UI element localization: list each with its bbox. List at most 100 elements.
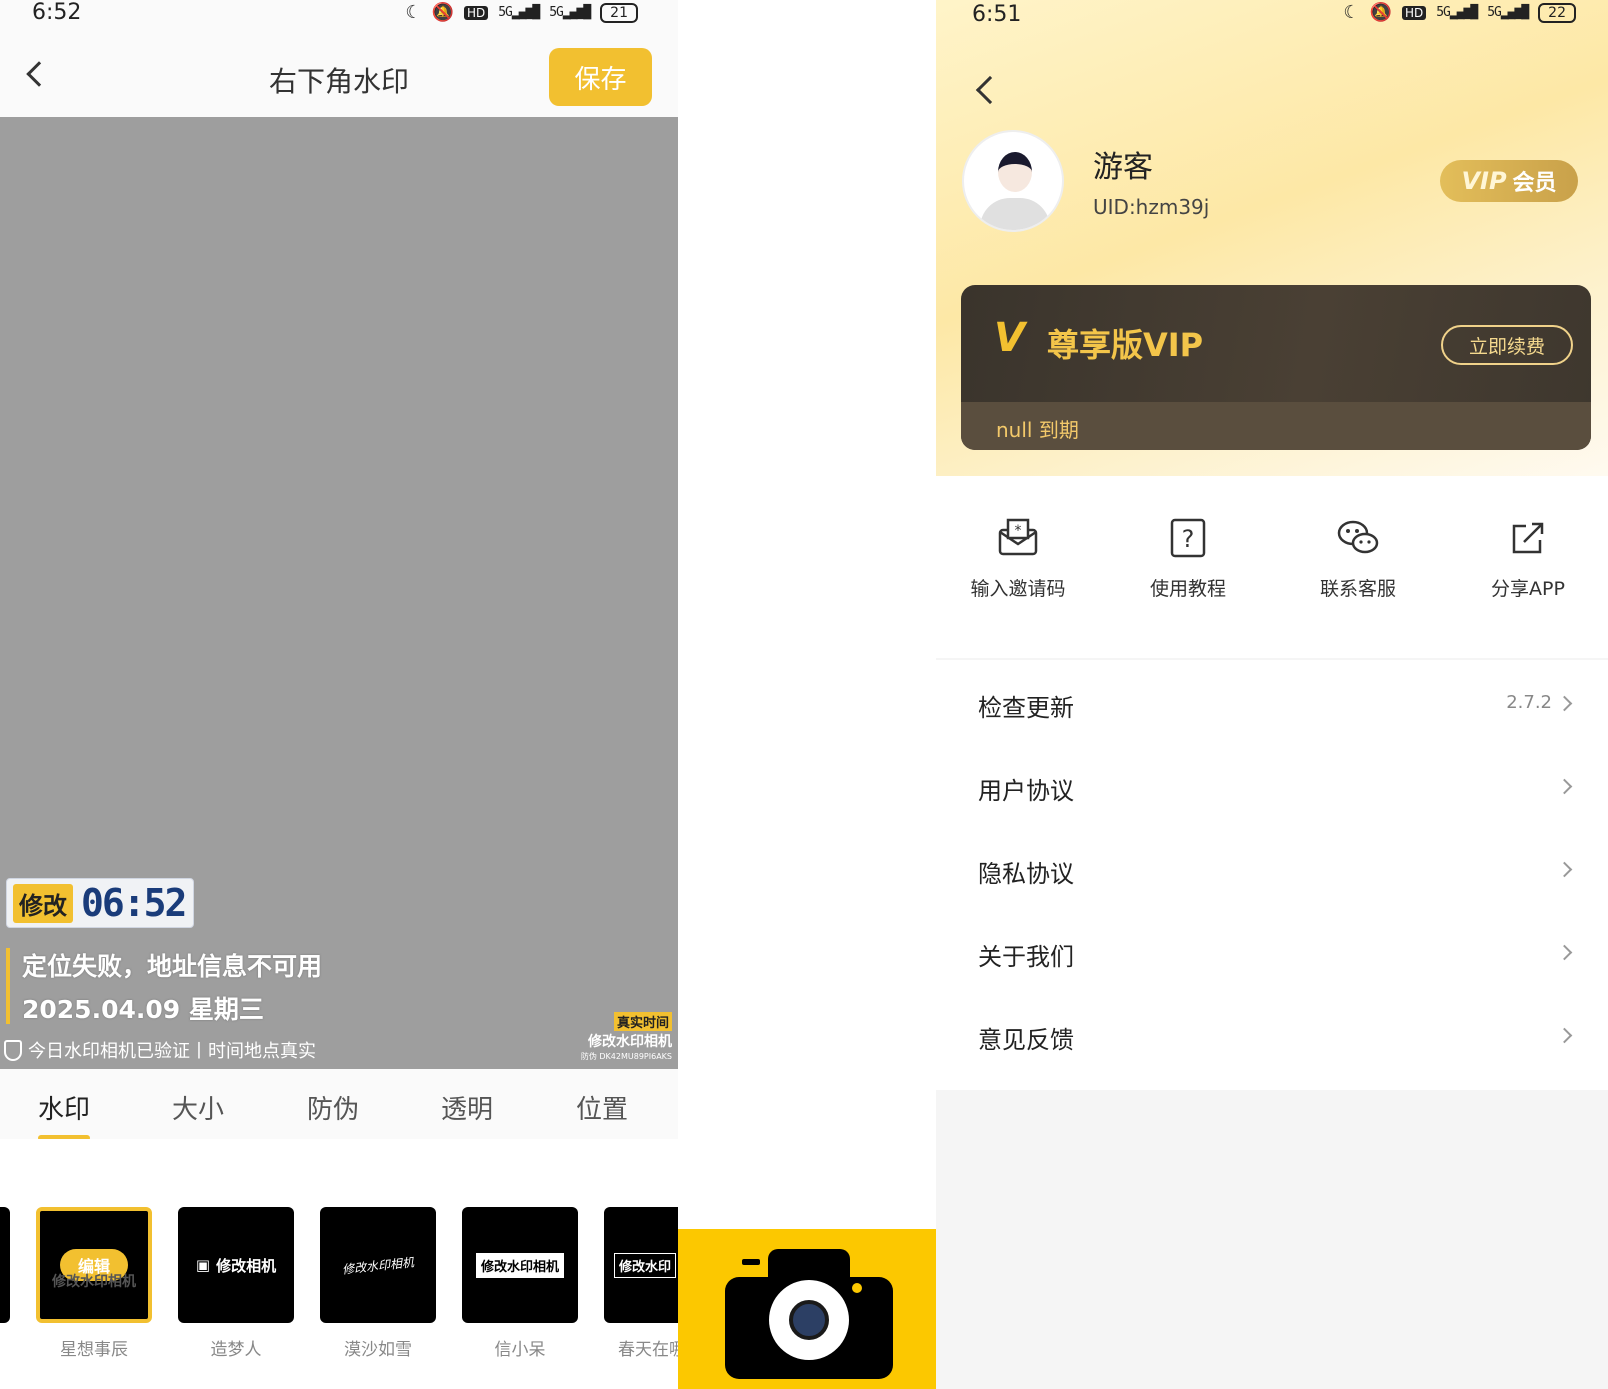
signal-label: 5G — [498, 5, 513, 20]
quick-action-label: 联系客服 — [1319, 578, 1396, 600]
user-name: 游客 — [1093, 150, 1153, 185]
style-thumb[interactable]: 修改水印相机 编辑 — [36, 1207, 152, 1323]
style-label: 春天在哪 — [618, 1340, 678, 1360]
photo-preview[interactable]: 修改 06:52 定位失败，地址信息不可用 2025.04.09 星期三 今日水… — [0, 117, 678, 1069]
vip-expire-text: null 到期 — [996, 418, 1079, 442]
style-label: 造梦人 — [210, 1340, 262, 1360]
battery-icon: 22 — [1538, 2, 1576, 23]
style-item[interactable]: 修改水印相机 漠沙如雪 — [320, 1207, 436, 1360]
status-icons: ☾ 🔕 HD 5G▂▄▆█ 5G▂▄▆█ 21 — [405, 2, 638, 23]
watermark-tag: 修改 — [13, 883, 73, 923]
profile-header: 6:51 ☾ 🔕 HD 5G▂▄▆█ 5G▂▄▆█ 22 游客 UID:hzm3… — [936, 0, 1608, 476]
menu-item-about[interactable]: 关于我们 — [936, 911, 1608, 994]
tab-anti-fake[interactable]: 防伪 — [307, 1089, 359, 1126]
style-thumb[interactable]: 修改水印 — [604, 1207, 678, 1323]
signal-icon-2: 5G▂▄▆█ — [549, 5, 591, 20]
vip-member-badge[interactable]: VIP 会员 — [1440, 160, 1578, 202]
watermark-time-badge: 修改 06:52 — [6, 878, 195, 928]
tab-position[interactable]: 位置 — [576, 1089, 628, 1126]
chevron-right-icon — [1556, 861, 1573, 878]
menu-item-feedback[interactable]: 意见反馈 — [936, 994, 1608, 1077]
style-thumb[interactable]: 修改水印相机 — [462, 1207, 578, 1323]
user-uid: UID:hzm39j — [1093, 195, 1210, 219]
invite-envelope-icon: * — [996, 516, 1040, 560]
style-thumb[interactable]: ▣ 修改相机 — [178, 1207, 294, 1323]
camera-app-logo — [678, 1229, 936, 1389]
mute-icon: 🔕 — [1369, 2, 1392, 23]
watermark-verify: 今日水印相机已验证丨时间地点真实 — [4, 1037, 316, 1063]
avatar[interactable] — [962, 130, 1064, 232]
menu-item-privacy[interactable]: 隐私协议 — [936, 828, 1608, 911]
watermark-corner-brand: 真实时间 修改水印相机 防伪 DK42MU89PI6AKS — [581, 1012, 672, 1062]
watermark-location: 定位失败，地址信息不可用 — [22, 952, 323, 981]
vip-card[interactable]: V 尊享版VIP 立即续费 null 到期 — [961, 285, 1591, 450]
signal-label-2: 5G — [1487, 5, 1502, 20]
tab-watermark[interactable]: 水印 — [38, 1089, 90, 1126]
quick-action-tutorial[interactable]: ? 使用教程 — [1118, 516, 1258, 601]
quick-action-label: 输入邀请码 — [970, 578, 1066, 600]
profile-screen: 6:51 ☾ 🔕 HD 5G▂▄▆█ 5G▂▄▆█ 22 游客 UID:hzm3… — [936, 0, 1608, 1389]
style-thumb[interactable]: 修改水印相机 — [320, 1207, 436, 1323]
style-item[interactable]: ▣ 修改相机 造梦人 — [178, 1207, 294, 1360]
quick-action-support[interactable]: 联系客服 — [1288, 516, 1428, 601]
vip-card-title: 尊享版VIP — [1047, 326, 1204, 364]
camera-flash-dot — [852, 1283, 862, 1293]
style-label: 信小呆 — [494, 1340, 546, 1360]
chevron-right-icon — [1556, 944, 1573, 961]
vip-logo-text: VIP — [1461, 167, 1507, 195]
moon-icon: ☾ — [1343, 2, 1360, 23]
mute-icon: 🔕 — [431, 2, 454, 23]
signal-icon-2: 5G▂▄▆█ — [1487, 5, 1529, 20]
signal-label-2: 5G — [549, 5, 564, 20]
real-time-tag: 真实时间 — [613, 1012, 672, 1031]
camera-lens-inner — [789, 1300, 829, 1340]
menu-label: 关于我们 — [978, 943, 1074, 971]
watermark-accent-bar — [6, 948, 10, 1024]
style-item[interactable]: 修改水印相机 编辑 星想事辰 — [36, 1207, 152, 1360]
help-question-icon: ? — [1166, 516, 1210, 560]
style-item[interactable]: 修改水印 春天在哪 — [604, 1207, 678, 1360]
menu-label: 检查更新 — [978, 694, 1074, 722]
save-button[interactable]: 保存 — [549, 48, 652, 106]
hd-icon: HD — [463, 5, 489, 20]
svg-text:*: * — [1015, 523, 1022, 539]
avatar-head — [998, 152, 1032, 192]
status-time: 6:52 — [32, 0, 82, 25]
share-icon — [1506, 516, 1550, 560]
quick-action-invite[interactable]: * 输入邀请码 — [948, 516, 1088, 601]
status-bar: 6:52 ☾ 🔕 HD 5G▂▄▆█ 5G▂▄▆█ 21 — [0, 0, 678, 30]
quick-action-label: 分享APP — [1491, 578, 1565, 600]
watermark-code: 防伪 DK42MU89PI6AKS — [580, 1052, 672, 1061]
tab-opacity[interactable]: 透明 — [441, 1089, 493, 1126]
battery-icon: 21 — [600, 2, 638, 23]
renew-button[interactable]: 立即续费 — [1441, 325, 1573, 365]
signal-icon: 5G▂▄▆█ — [1436, 5, 1478, 20]
watermark-editor-screen: 6:52 ☾ 🔕 HD 5G▂▄▆█ 5G▂▄▆█ 21 右下角水印 保存 修改… — [0, 0, 678, 1389]
tab-size[interactable]: 大小 — [172, 1089, 224, 1126]
watermark-brand: 修改水印相机 — [588, 1034, 672, 1050]
signal-label: 5G — [1436, 5, 1451, 20]
style-item[interactable]: 修改水印相机 信小呆 — [462, 1207, 578, 1360]
camera-slot — [742, 1259, 760, 1265]
quick-action-share[interactable]: 分享APP — [1458, 516, 1598, 601]
menu-item-user-agreement[interactable]: 用户协议 — [936, 745, 1608, 828]
chevron-right-icon — [1556, 1027, 1573, 1044]
style-label: 星想事辰 — [60, 1340, 128, 1360]
status-bar: 6:51 ☾ 🔕 HD 5G▂▄▆█ 5G▂▄▆█ 22 — [936, 0, 1608, 30]
quick-actions: * 输入邀请码 ? 使用教程 联系客服 分享APP — [936, 476, 1608, 658]
avatar-body — [980, 198, 1050, 230]
hd-icon: HD — [1401, 5, 1427, 20]
status-time: 6:51 — [972, 2, 1022, 27]
menu-label: 用户协议 — [978, 777, 1074, 805]
menu-label: 意见反馈 — [978, 1026, 1074, 1054]
vip-v-icon: V — [994, 315, 1025, 361]
style-thumb-partial[interactable] — [0, 1207, 10, 1323]
status-icons: ☾ 🔕 HD 5G▂▄▆█ 5G▂▄▆█ 22 — [1343, 2, 1576, 23]
style-thumb-text: 修改水印相机 — [475, 1252, 564, 1278]
shield-check-icon — [4, 1039, 22, 1061]
menu-item-check-update[interactable]: 检查更新 2.7.2 — [936, 662, 1608, 745]
back-arrow-icon[interactable] — [975, 75, 1005, 105]
style-thumb-text: 修改水印相机 — [341, 1254, 415, 1277]
watermark-verify-text: 今日水印相机已验证丨时间地点真实 — [28, 1041, 316, 1062]
svg-text:?: ? — [1182, 525, 1195, 553]
